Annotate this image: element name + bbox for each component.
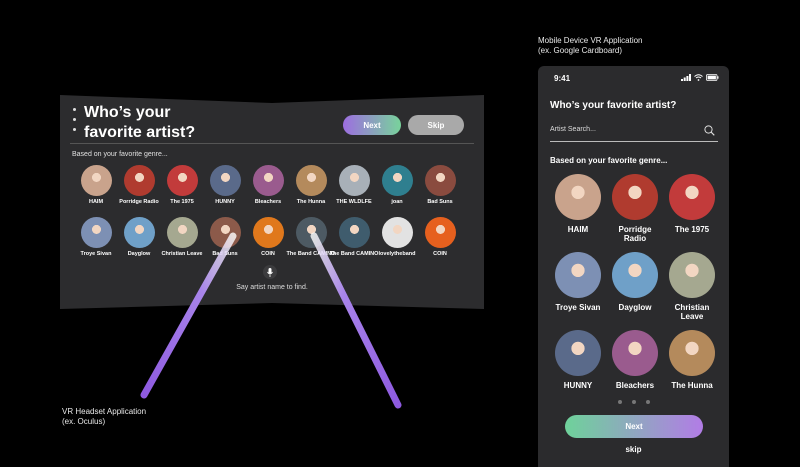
search-icon[interactable] xyxy=(704,125,715,136)
artist-name: Porridge Radio xyxy=(618,225,652,243)
artist-avatar xyxy=(555,174,601,220)
phone-artist-item[interactable]: Troye Sivan xyxy=(550,252,606,312)
artist-name: HUNNY xyxy=(563,381,593,390)
phone-artist-item[interactable]: The Hunna xyxy=(664,330,720,390)
artist-search-input[interactable]: Artist Search... xyxy=(550,126,596,133)
phone-artist-item[interactable]: The 1975 xyxy=(664,174,720,234)
page-dot xyxy=(618,400,622,404)
phone-subtitle: Based on your favorite genre... xyxy=(550,156,668,165)
phone-artist-item[interactable]: Porridge Radio xyxy=(607,174,663,243)
artist-avatar xyxy=(669,330,715,376)
status-icons xyxy=(681,74,719,81)
phone-artist-item[interactable]: Dayglow xyxy=(607,252,663,312)
artist-name: The 1975 xyxy=(674,225,710,234)
status-time: 9:41 xyxy=(554,74,571,83)
page-indicator xyxy=(618,400,650,404)
phone-artist-item[interactable]: Christian Leave xyxy=(664,252,720,321)
page-dot xyxy=(646,400,650,404)
phone-next-button[interactable]: Next xyxy=(565,415,703,438)
wifi-icon xyxy=(694,74,703,81)
artist-avatar xyxy=(612,252,658,298)
artist-name: HAIM xyxy=(567,225,589,234)
artist-name: Troye Sivan xyxy=(555,303,601,312)
artist-name: Bleachers xyxy=(615,381,655,390)
artist-name: The Hunna xyxy=(671,381,713,390)
artist-name: Dayglow xyxy=(618,303,652,312)
phone-screen: 9:41 Who’s your favorite artist? Artist … xyxy=(538,66,729,467)
artist-avatar xyxy=(555,330,601,376)
phone-artist-item[interactable]: HUNNY xyxy=(550,330,606,390)
artist-avatar xyxy=(612,174,658,220)
signal-icon xyxy=(681,74,691,81)
artist-avatar xyxy=(555,252,601,298)
battery-icon xyxy=(706,74,719,81)
phone-artist-item[interactable]: HAIM xyxy=(550,174,606,234)
artist-name: Christian Leave xyxy=(674,303,710,321)
right-controller-beam xyxy=(310,232,402,409)
search-underline xyxy=(550,141,718,142)
artist-avatar xyxy=(669,252,715,298)
left-controller-beam xyxy=(140,232,237,399)
phone-skip-button[interactable]: skip xyxy=(538,445,729,454)
phone-artist-item[interactable]: Bleachers xyxy=(607,330,663,390)
artist-avatar xyxy=(669,174,715,220)
phone-page-title: Who’s your favorite artist? xyxy=(550,100,677,111)
page-dot xyxy=(632,400,636,404)
artist-avatar xyxy=(612,330,658,376)
